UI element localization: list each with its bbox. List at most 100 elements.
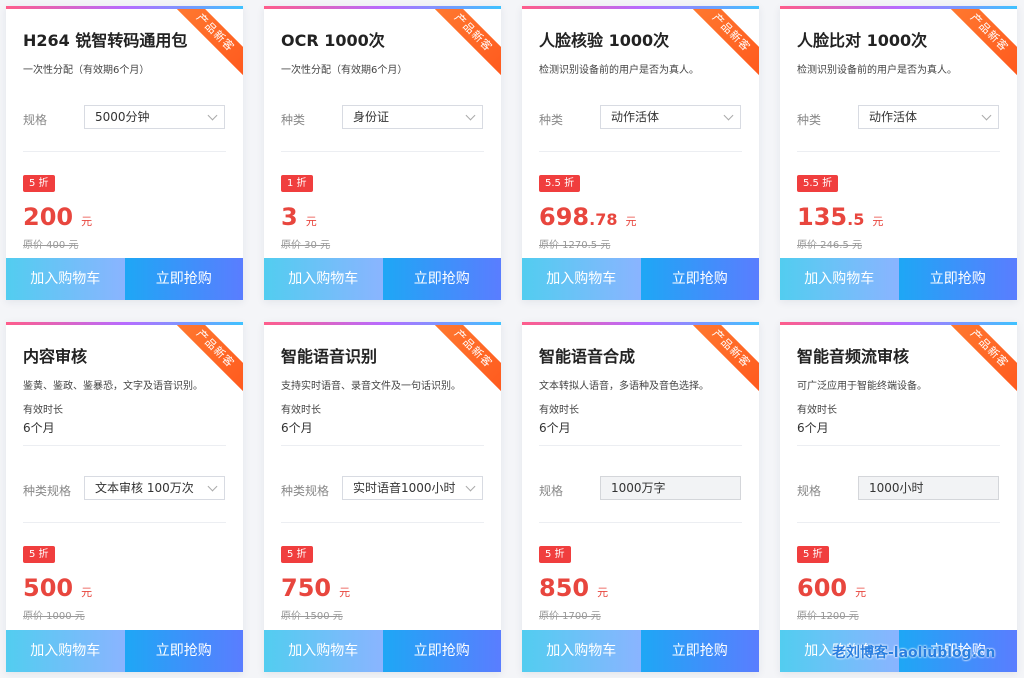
price-unit: 元	[625, 215, 637, 228]
price-unit: 元	[872, 215, 884, 228]
card-desc: 检测识别设备前的用户是否为真人。	[797, 65, 957, 76]
divider	[797, 445, 1000, 446]
spec-value-box: 1000小时	[858, 476, 999, 500]
discount-badge: 5.5 折	[539, 175, 581, 192]
spec-label: 种类	[281, 113, 306, 127]
divider	[23, 445, 226, 446]
price-unit: 元	[597, 586, 609, 599]
card-desc: 检测识别设备前的用户是否为真人。	[539, 65, 699, 76]
price-decimal: .78	[589, 210, 618, 229]
price: 600 元	[797, 574, 866, 602]
new-customer-ribbon: 产品新客	[688, 9, 759, 76]
chevron-down-icon	[465, 110, 476, 121]
card-desc: 文本转拟人语音，多语种及音色选择。	[539, 381, 709, 392]
action-buttons: 加入购物车 立即抢购	[6, 258, 243, 300]
card-desc: 可广泛应用于智能终端设备。	[797, 381, 927, 392]
spec-select[interactable]: 5000分钟	[84, 105, 225, 129]
add-to-cart-button[interactable]: 加入购物车	[522, 258, 641, 300]
discount-badge: 5.5 折	[797, 175, 839, 192]
buy-now-button[interactable]: 立即抢购	[124, 630, 243, 672]
original-price: 原价 1500 元	[281, 611, 343, 622]
add-to-cart-button[interactable]: 加入购物车	[264, 630, 383, 672]
spec-select-value: 身份证	[353, 110, 390, 124]
product-grid: 产品新客 H264 锐智转码通用包 一次性分配（有效期6个月） 规格 5000分…	[0, 0, 1024, 678]
price: 750 元	[281, 574, 350, 602]
spec-select[interactable]: 实时语音1000小时	[342, 476, 483, 500]
new-customer-ribbon: 产品新客	[946, 9, 1017, 76]
card-desc: 一次性分配（有效期6个月）	[281, 65, 408, 76]
new-customer-ribbon: 产品新客	[430, 9, 501, 76]
spec-select-value: 文本审核 100万次	[95, 481, 194, 495]
action-buttons: 加入购物车 立即抢购	[522, 630, 759, 672]
price-integer: 200	[23, 203, 74, 231]
spec-label: 种类规格	[23, 484, 72, 498]
card-title: 人脸比对 1000次	[797, 31, 928, 50]
card-title: H264 锐智转码通用包	[23, 31, 188, 50]
spec-label: 种类	[539, 113, 564, 127]
divider	[539, 151, 742, 152]
spec-select[interactable]: 文本审核 100万次	[84, 476, 225, 500]
price-unit: 元	[81, 215, 93, 228]
divider	[539, 522, 742, 523]
card-title: 智能语音识别	[281, 347, 378, 366]
valid-duration-value: 6个月	[539, 421, 571, 435]
spec-label: 种类	[797, 113, 822, 127]
buy-now-button[interactable]: 立即抢购	[640, 258, 759, 300]
price-unit: 元	[855, 586, 867, 599]
add-to-cart-button[interactable]: 加入购物车	[264, 258, 383, 300]
original-price: 原价 30 元	[281, 240, 331, 251]
product-card-audio-stream-audit: 产品新客 智能音频流审核 可广泛应用于智能终端设备。 有效时长 6个月 规格 1…	[780, 322, 1017, 672]
price-integer: 135	[797, 203, 848, 231]
add-to-cart-button[interactable]: 加入购物车	[522, 630, 641, 672]
discount-badge: 5 折	[23, 175, 55, 192]
divider	[539, 445, 742, 446]
buy-now-button[interactable]: 立即抢购	[124, 258, 243, 300]
valid-duration-value: 6个月	[281, 421, 313, 435]
discount-badge: 5 折	[539, 546, 571, 563]
buy-now-button[interactable]: 立即抢购	[382, 630, 501, 672]
product-card-face-compare: 产品新客 人脸比对 1000次 检测识别设备前的用户是否为真人。 种类 动作活体…	[780, 6, 1017, 300]
card-desc: 一次性分配（有效期6个月）	[23, 65, 150, 76]
price: 698.78 元	[539, 203, 636, 231]
price: 3元	[281, 203, 317, 231]
price-integer: 750	[281, 574, 332, 602]
divider	[281, 522, 484, 523]
add-to-cart-button[interactable]: 加入购物车	[780, 258, 899, 300]
product-card-content-audit: 产品新客 内容审核 鉴黄、鉴政、鉴暴恐，文字及语音识别。 有效时长 6个月 种类…	[6, 322, 243, 672]
price-integer: 850	[539, 574, 590, 602]
spec-select[interactable]: 动作活体	[858, 105, 999, 129]
spec-label: 规格	[23, 113, 48, 127]
original-price: 原价 1700 元	[539, 611, 601, 622]
valid-duration-label: 有效时长	[539, 405, 579, 416]
buy-now-button[interactable]: 立即抢购	[640, 630, 759, 672]
buy-now-button[interactable]: 立即抢购	[898, 258, 1017, 300]
original-price: 原价 1200 元	[797, 611, 859, 622]
price: 850 元	[539, 574, 608, 602]
add-to-cart-button[interactable]: 加入购物车	[6, 258, 125, 300]
price: 135.5 元	[797, 203, 883, 231]
spec-select[interactable]: 身份证	[342, 105, 483, 129]
valid-duration-label: 有效时长	[797, 405, 837, 416]
chevron-down-icon	[981, 110, 992, 121]
price-decimal: .5	[847, 210, 865, 229]
original-price: 原价 400 元	[23, 240, 79, 251]
action-buttons: 加入购物车 立即抢购	[780, 258, 1017, 300]
card-desc: 支持实时语音、录音文件及一句话识别。	[281, 381, 461, 392]
product-card-face-verify: 产品新客 人脸核验 1000次 检测识别设备前的用户是否为真人。 种类 动作活体…	[522, 6, 759, 300]
spec-select[interactable]: 动作活体	[600, 105, 741, 129]
price-unit: 元	[305, 215, 317, 228]
action-buttons: 加入购物车 立即抢购	[264, 258, 501, 300]
add-to-cart-button[interactable]: 加入购物车	[6, 630, 125, 672]
spec-select-value: 实时语音1000小时	[353, 481, 456, 495]
card-desc: 鉴黄、鉴政、鉴暴恐，文字及语音识别。	[23, 381, 203, 392]
discount-badge: 5 折	[281, 546, 313, 563]
valid-duration-value: 6个月	[23, 421, 55, 435]
price: 500 元	[23, 574, 92, 602]
chevron-down-icon	[207, 481, 218, 492]
card-title: 智能语音合成	[539, 347, 636, 366]
buy-now-button[interactable]: 立即抢购	[382, 258, 501, 300]
product-card-h264: 产品新客 H264 锐智转码通用包 一次性分配（有效期6个月） 规格 5000分…	[6, 6, 243, 300]
spec-label: 规格	[797, 484, 822, 498]
card-title: 内容审核	[23, 347, 88, 366]
chevron-down-icon	[207, 110, 218, 121]
